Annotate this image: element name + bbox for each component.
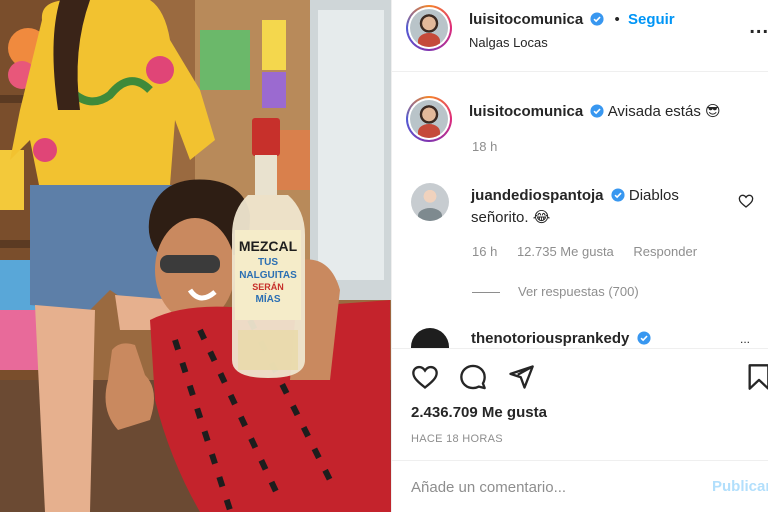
bottle-label-line-5: MÍAS (256, 292, 281, 305)
bottle-label-line-3: NALGUITAS (239, 270, 297, 281)
caption-timestamp[interactable]: 18 h (472, 139, 497, 154)
comment-likes[interactable]: 12.735 Me gusta (517, 244, 614, 259)
post-actions: 2.436.709 Me gusta HACE 18 HORAS (392, 348, 768, 458)
caption-avatar[interactable] (406, 96, 452, 142)
separator-dot: • (614, 11, 620, 28)
comment-text-line-1: Diablos (628, 187, 679, 204)
publish-button[interactable]: Publicar (712, 478, 768, 495)
verified-badge-icon (590, 12, 604, 26)
bottle-label-line-4: SERÁN (252, 282, 284, 292)
commenter-avatar[interactable] (411, 328, 449, 348)
comment-bubble-icon[interactable] (459, 363, 487, 391)
verified-badge-icon (590, 104, 604, 118)
likes-count[interactable]: 2.436.709 Me gusta (411, 404, 547, 421)
post-sidebar: luisitocomunica • Seguir Nalgas Locas ..… (391, 0, 768, 512)
comment-meta: 16 h 12.735 Me gusta Responder (472, 244, 713, 259)
post-header: luisitocomunica • Seguir Nalgas Locas ..… (392, 0, 768, 72)
comment: thenotoriousprankedy (471, 330, 651, 347)
author-avatar[interactable] (406, 5, 452, 51)
comment-options-icon[interactable]: ... (740, 332, 750, 346)
post-location[interactable]: Nalgas Locas (469, 35, 548, 50)
bottle-label-line-1: MEZCAL (239, 238, 298, 254)
author-username[interactable]: luisitocomunica (469, 11, 583, 28)
reply-button[interactable]: Responder (633, 244, 697, 259)
comment-text-line-2: señorito. 😂 (471, 209, 551, 226)
post-timestamp[interactable]: HACE 18 HORAS (411, 433, 503, 445)
comment-timestamp[interactable]: 16 h (472, 244, 497, 259)
bottle-label-line-2: TUS (258, 257, 278, 268)
comment: juandediospantoja Diablos señorito. 😂 (471, 185, 721, 229)
verified-badge-icon (611, 188, 625, 202)
view-replies-button[interactable]: Ver respuestas (700) (472, 284, 639, 299)
view-replies-label: Ver respuestas (700) (518, 284, 639, 299)
comments-list[interactable]: luisitocomunica Avisada estás 😎 18 h jua… (392, 72, 768, 348)
comment-username[interactable]: juandediospantoja (471, 187, 604, 204)
caption: luisitocomunica Avisada estás 😎 (469, 102, 721, 120)
follow-button[interactable]: Seguir (628, 11, 675, 28)
author-line: luisitocomunica • Seguir (469, 11, 675, 28)
replies-divider (472, 292, 500, 294)
commenter-avatar[interactable] (411, 183, 449, 221)
like-comment-heart-icon[interactable] (738, 193, 754, 209)
comment-input[interactable] (411, 475, 691, 499)
more-options-icon[interactable]: ... (749, 16, 768, 39)
caption-username[interactable]: luisitocomunica (469, 103, 583, 120)
post-photo-illustration: MEZCAL TUS NALGUITAS SERÁN MÍAS (0, 0, 391, 512)
like-heart-icon[interactable] (411, 363, 439, 391)
verified-badge-icon (636, 331, 651, 345)
save-bookmark-icon[interactable] (745, 363, 768, 391)
post-photo[interactable]: MEZCAL TUS NALGUITAS SERÁN MÍAS (0, 0, 391, 512)
caption-text: Avisada estás 😎 (607, 103, 721, 120)
comment-username[interactable]: thenotoriousprankedy (471, 330, 629, 347)
share-send-icon[interactable] (507, 363, 535, 391)
add-comment-bar: Publicar (392, 460, 768, 512)
